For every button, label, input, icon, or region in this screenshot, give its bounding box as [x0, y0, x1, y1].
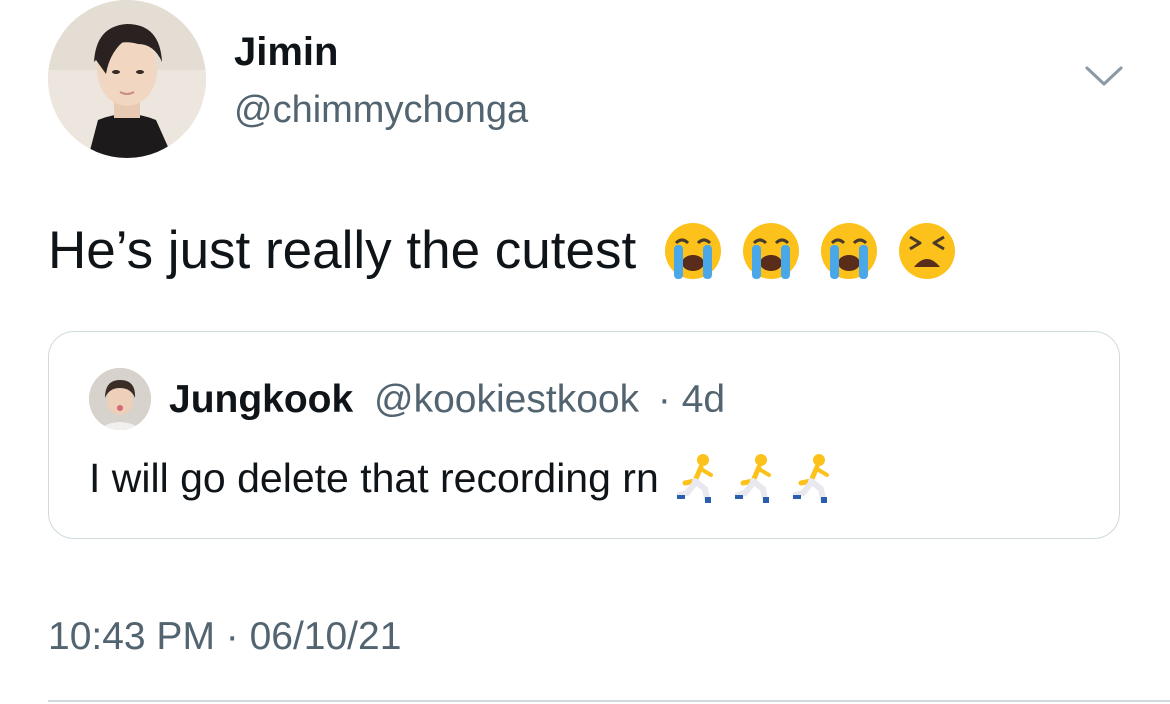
tweet-text-row: He’s just really the cutest: [48, 218, 960, 284]
quoted-tweet-age: · 4d: [657, 378, 726, 421]
person-running-emoji: [792, 454, 829, 503]
loudly-crying-face-emoji: [743, 223, 800, 279]
person-running-emoji: [734, 454, 771, 503]
author-handle[interactable]: @chimmychonga: [234, 88, 528, 132]
person-running-emoji: [676, 454, 713, 503]
chevron-down-icon[interactable]: [1084, 62, 1124, 92]
loudly-crying-face-emoji: [821, 223, 878, 279]
quoted-tweet-text-row: I will go delete that recording rn: [89, 452, 837, 504]
divider: [48, 700, 1170, 702]
author-avatar[interactable]: [48, 0, 206, 158]
quoted-tweet-card[interactable]: Jungkook @kookiestkook · 4d I will go de…: [48, 331, 1120, 539]
tweet-timestamp[interactable]: 10:43 PM · 06/10/21: [48, 614, 401, 660]
author-name[interactable]: Jimin: [234, 30, 338, 74]
quoted-author-avatar: [89, 368, 151, 430]
avatar-image: [48, 0, 206, 158]
tired-face-emoji: [899, 223, 956, 279]
quoted-author-handle[interactable]: @kookiestkook: [374, 378, 639, 421]
loudly-crying-face-emoji: [665, 223, 722, 279]
avatar-image: [89, 368, 151, 430]
tweet-emoji-group: [660, 221, 960, 281]
quoted-emoji-group: [676, 453, 837, 503]
tweet-text: He’s just really the cutest: [48, 221, 637, 280]
quoted-author-name[interactable]: Jungkook: [169, 378, 353, 421]
quoted-tweet-header: Jungkook @kookiestkook · 4d: [169, 377, 725, 423]
quoted-tweet-text: I will go delete that recording rn: [89, 455, 659, 501]
